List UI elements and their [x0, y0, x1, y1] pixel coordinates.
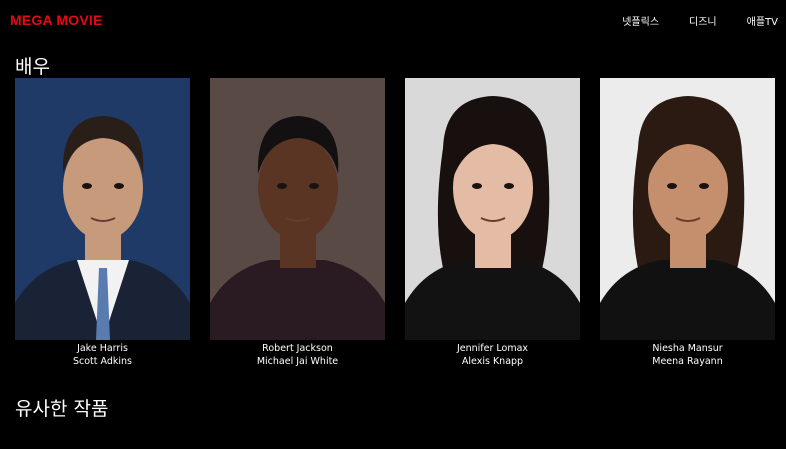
nav-link-appletv[interactable]: 애플TV — [747, 13, 778, 28]
portrait-illustration — [15, 78, 190, 340]
actor-name: Meena Rayann — [652, 356, 723, 367]
portrait-illustration — [210, 78, 385, 340]
cast-caption: Jennifer Lomax Alexis Knapp — [405, 342, 580, 368]
cast-caption: Robert Jackson Michael Jai White — [210, 342, 385, 368]
cast-caption: Jake Harris Scott Adkins — [15, 342, 190, 368]
nav-link-disney[interactable]: 디즈니 — [689, 13, 717, 28]
cast-card[interactable]: Niesha Mansur Meena Rayann — [600, 78, 775, 368]
portrait-illustration — [600, 78, 775, 340]
actor-photo[interactable] — [405, 78, 580, 340]
cast-card[interactable]: Jennifer Lomax Alexis Knapp — [405, 78, 580, 368]
cast-card[interactable]: Jake Harris Scott Adkins — [15, 78, 190, 368]
character-name: Jennifer Lomax — [456, 343, 529, 354]
cast-card[interactable]: Robert Jackson Michael Jai White — [210, 78, 385, 368]
cast-caption: Niesha Mansur Meena Rayann — [600, 342, 775, 368]
character-name: Robert Jackson — [262, 343, 333, 354]
actor-photo[interactable] — [15, 78, 190, 340]
character-name: Niesha Mansur — [652, 343, 723, 354]
site-logo[interactable]: MEGA MOVIE — [10, 12, 103, 28]
top-navigation-bar: MEGA MOVIE 넷플릭스 디즈니 애플TV — [0, 0, 786, 42]
main-nav: 넷플릭스 디즈니 애플TV — [592, 13, 778, 28]
cast-list: Jake Harris Scott Adkins Robert Jackson … — [15, 78, 775, 378]
actor-photo[interactable] — [210, 78, 385, 340]
portrait-illustration — [405, 78, 580, 340]
actor-name: Alexis Knapp — [461, 356, 524, 367]
nav-link-netflix[interactable]: 넷플릭스 — [622, 13, 659, 28]
similar-works-section-title: 유사한 작품 — [15, 398, 109, 420]
cast-section-title: 배우 — [15, 56, 50, 78]
actor-name: Michael Jai White — [256, 356, 339, 367]
character-name: Jake Harris — [77, 343, 128, 354]
actor-photo[interactable] — [600, 78, 775, 340]
actor-name: Scott Adkins — [72, 356, 132, 367]
